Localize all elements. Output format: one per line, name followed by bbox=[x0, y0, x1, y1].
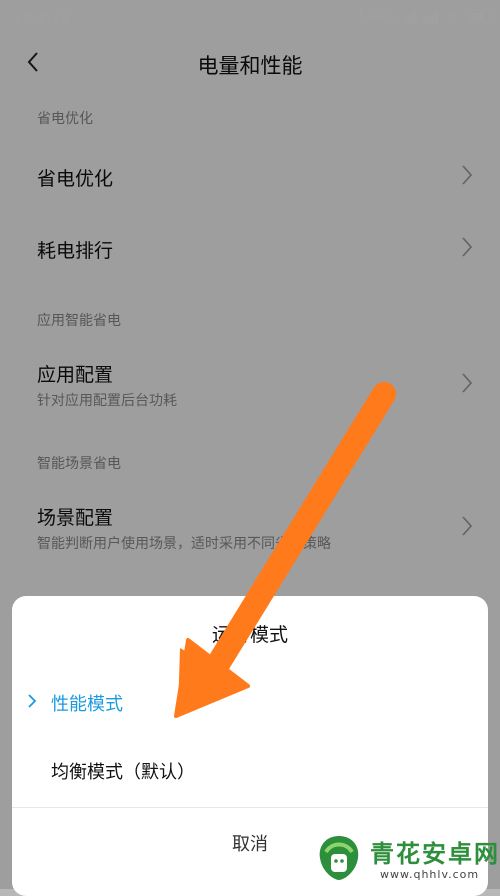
watermark: 青花安卓网 www.qhhlv.com bbox=[312, 826, 500, 889]
option-performance-mode[interactable]: 性能模式 bbox=[12, 674, 488, 732]
option-label: 性能模式 bbox=[51, 694, 123, 715]
sheet-title: 运行模式 bbox=[211, 624, 288, 646]
watermark-url: www.qhhlv.com bbox=[380, 868, 480, 881]
option-balanced-mode[interactable]: 均衡模式（默认） bbox=[12, 742, 488, 800]
chevron-right-icon bbox=[28, 694, 37, 708]
watermark-logo-icon bbox=[319, 836, 359, 880]
option-label: 均衡模式（默认） bbox=[51, 762, 195, 783]
watermark-text: 青花安卓网 bbox=[370, 840, 500, 868]
divider bbox=[12, 807, 488, 808]
